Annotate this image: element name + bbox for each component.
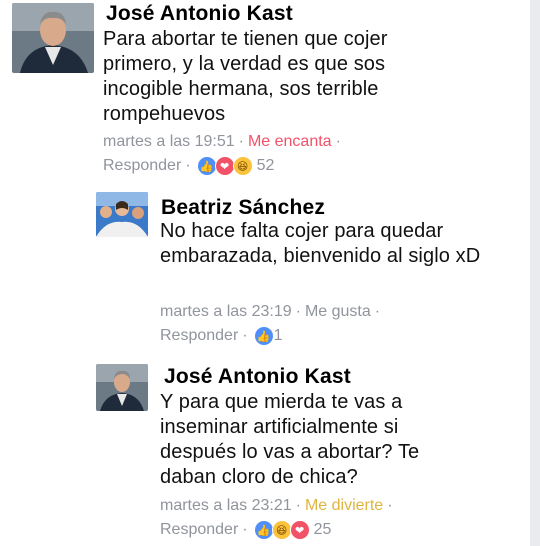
separator: · <box>295 497 301 514</box>
separator: · <box>295 303 301 320</box>
separator: · <box>242 327 248 344</box>
comment-author[interactable]: José Antonio Kast <box>164 365 351 389</box>
reaction-summary[interactable]: 👍 <box>253 326 274 346</box>
comment-author[interactable]: José Antonio Kast <box>106 2 293 26</box>
comment-meta: martes a las 23:21 · Me divierte · <box>160 497 397 515</box>
reply-link[interactable]: Responder <box>160 521 238 539</box>
love-icon: ❤ <box>214 156 235 176</box>
reaction-count: 25 <box>313 521 332 538</box>
haha-icon: 😆 <box>232 156 253 176</box>
comment-actions: Responder · 👍 😆 ❤ 25 <box>160 520 331 540</box>
reply-link[interactable]: Responder <box>160 327 238 345</box>
scrollbar-track <box>530 0 540 546</box>
separator: · <box>238 133 244 150</box>
comment-timestamp[interactable]: martes a las 23:19 <box>160 303 292 320</box>
reaction-summary[interactable]: 👍 ❤ 😆 <box>196 156 253 176</box>
reply-link[interactable]: Responder <box>103 157 181 175</box>
avatar[interactable] <box>12 3 94 73</box>
avatar[interactable] <box>96 364 148 411</box>
haha-icon: 😆 <box>271 520 292 540</box>
comment-timestamp[interactable]: martes a las 23:21 <box>160 497 292 514</box>
separator: · <box>335 133 341 150</box>
comment-text: No hace falta cojer para quedar embaraza… <box>160 220 481 267</box>
comment-actions: Responder · 👍 1 <box>160 326 283 346</box>
like-icon: 👍 <box>253 326 274 346</box>
reaction-count: 52 <box>256 157 275 174</box>
reaction-label[interactable]: Me gusta <box>305 303 371 320</box>
avatar[interactable] <box>96 192 148 237</box>
reaction-label[interactable]: Me encanta <box>248 133 332 150</box>
comment-timestamp[interactable]: martes a las 19:51 <box>103 133 235 150</box>
reaction-summary[interactable]: 👍 😆 ❤ <box>253 520 310 540</box>
comment-author[interactable]: Beatriz Sánchez <box>161 196 325 220</box>
comment-text: Para abortar te tienen que cojer primero… <box>103 28 388 125</box>
separator: · <box>242 521 248 538</box>
separator: · <box>374 303 381 320</box>
comment-actions: Responder · 👍 ❤ 😆 52 <box>103 156 274 176</box>
like-icon: 👍 <box>253 520 274 540</box>
separator: · <box>185 157 191 174</box>
reaction-count: 1 <box>273 327 283 344</box>
like-icon: 👍 <box>196 156 217 176</box>
comment-meta: martes a las 23:19 · Me gusta · <box>160 303 384 321</box>
separator: · <box>387 497 393 514</box>
comment-meta: martes a las 19:51 · Me encanta · <box>103 133 345 151</box>
comment-text: Y para que mierda te vas a inseminar art… <box>160 391 420 488</box>
love-icon: ❤ <box>289 520 310 540</box>
reaction-label[interactable]: Me divierte <box>305 497 383 514</box>
